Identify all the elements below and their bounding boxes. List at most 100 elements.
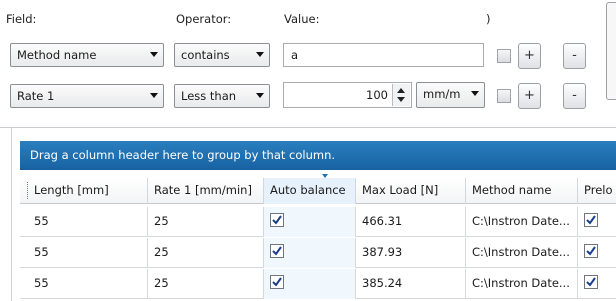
column-header-label: Auto balance (270, 183, 346, 197)
apply-filter-button[interactable] (606, 2, 616, 100)
minus-icon: - (572, 48, 577, 63)
filter-builder: Field: Operator: Value: ) Method name co… (0, 0, 616, 128)
check-icon (272, 277, 282, 287)
field-select-value: Method name (17, 48, 97, 62)
column-header-label: Max Load [N] (362, 183, 439, 197)
field-select-row1[interactable]: Method name (10, 43, 164, 67)
paren-checkbox-row2[interactable] (497, 89, 511, 103)
chevron-down-icon (150, 52, 158, 57)
field-header: Field: (6, 12, 37, 26)
value-input-text: a (291, 48, 299, 62)
cell-length: 55 (20, 207, 148, 237)
column-header-label: Rate 1 [mm/min] (154, 183, 252, 197)
cell-rate: 25 (148, 207, 264, 237)
preload-checkbox[interactable] (584, 213, 598, 227)
column-header-rate[interactable]: Rate 1 [mm/min] (148, 178, 264, 204)
close-paren-header: ) (486, 12, 491, 26)
cell-text: 385.24 (362, 276, 403, 290)
spin-up-icon (397, 88, 405, 93)
remove-condition-button-row1[interactable]: - (563, 43, 586, 69)
cell-text: 466.31 (362, 214, 403, 228)
cell-method-name: C:\Instron Date... (466, 238, 578, 268)
cell-method-name: C:\Instron Date... (466, 269, 578, 299)
group-by-panel[interactable]: Drag a column header here to group by th… (20, 141, 616, 170)
cell-length: 55 (20, 238, 148, 268)
cell-preload (578, 238, 616, 268)
value-number-text: 100 (366, 88, 388, 102)
preload-checkbox[interactable] (584, 244, 598, 258)
table-row[interactable]: 55 25 387.93 C:\Instron Date... (20, 238, 616, 268)
column-header-row: Length [mm] Rate 1 [mm/min] Auto balance… (20, 178, 616, 204)
unit-select-value: mm/m (423, 87, 461, 101)
grid-left-divider (11, 128, 12, 301)
cell-text: 25 (154, 214, 169, 228)
preload-checkbox[interactable] (584, 275, 598, 289)
auto-balance-checkbox[interactable] (270, 244, 284, 258)
cell-text: 55 (34, 276, 49, 290)
spin-down-icon (397, 97, 405, 102)
cell-auto-balance (264, 238, 356, 268)
operator-select-value: Less than (181, 89, 237, 103)
cell-auto-balance (264, 269, 356, 299)
column-header-label: Method name (472, 183, 552, 197)
cell-length: 55 (20, 269, 148, 299)
check-icon (586, 277, 596, 287)
cell-rate: 25 (148, 238, 264, 268)
column-header-method-name[interactable]: Method name (466, 178, 578, 204)
paren-checkbox-row1[interactable] (497, 49, 511, 63)
cell-text: 25 (154, 276, 169, 290)
cell-rate: 25 (148, 269, 264, 299)
cell-method-name: C:\Instron Date... (466, 207, 578, 237)
minus-icon: - (572, 88, 577, 103)
add-condition-button-row1[interactable]: + (518, 43, 541, 69)
field-select-value: Rate 1 (17, 89, 55, 103)
auto-balance-checkbox[interactable] (270, 275, 284, 289)
chevron-down-icon (256, 52, 264, 57)
unit-select-row2[interactable]: mm/m (416, 82, 485, 108)
remove-condition-button-row2[interactable]: - (563, 83, 586, 109)
spinner-arrows-icon[interactable] (392, 84, 410, 106)
column-header-label: Length [mm] (34, 183, 109, 197)
operator-select-value: contains (181, 48, 230, 62)
chevron-down-icon (256, 93, 264, 98)
cell-text: 25 (154, 245, 169, 259)
chevron-down-icon (471, 91, 479, 96)
plus-icon: + (524, 48, 535, 63)
check-icon (272, 246, 282, 256)
operator-select-row2[interactable]: Less than (174, 84, 270, 108)
cell-preload (578, 269, 616, 299)
add-condition-button-row2[interactable]: + (518, 83, 541, 109)
cell-text: C:\Instron Date... (472, 245, 570, 259)
value-number-input-row2[interactable]: 100 (283, 82, 412, 108)
plus-icon: + (524, 88, 535, 103)
group-by-hint: Drag a column header here to group by th… (30, 148, 336, 162)
column-header-label: Prelo (584, 183, 613, 197)
operator-select-row1[interactable]: contains (174, 43, 270, 67)
check-icon (586, 246, 596, 256)
filter-grid-panel: Field: Operator: Value: ) Method name co… (0, 0, 616, 301)
cell-text: 55 (34, 245, 49, 259)
column-header-length[interactable]: Length [mm] (20, 178, 148, 204)
column-header-preload[interactable]: Prelo (578, 178, 616, 204)
table-row[interactable]: 55 25 466.31 C:\Instron Date... (20, 207, 616, 237)
check-icon (272, 215, 282, 225)
value-header: Value: (284, 12, 320, 26)
check-icon (586, 215, 596, 225)
table-row[interactable]: 55 25 385.24 C:\Instron Date... (20, 269, 616, 299)
cell-text: C:\Instron Date... (472, 276, 570, 290)
cell-text: 387.93 (362, 245, 403, 259)
cell-text: 55 (34, 214, 49, 228)
field-select-row2[interactable]: Rate 1 (10, 84, 164, 108)
cell-max-load: 466.31 (356, 207, 466, 237)
column-header-auto-balance[interactable]: Auto balance (264, 178, 356, 204)
cell-text: C:\Instron Date... (472, 214, 570, 228)
chevron-down-icon (150, 93, 158, 98)
cell-auto-balance (264, 207, 356, 237)
value-input-row1[interactable]: a (283, 43, 484, 67)
cell-max-load: 385.24 (356, 269, 466, 299)
operator-header: Operator: (176, 12, 232, 26)
cell-max-load: 387.93 (356, 238, 466, 268)
auto-balance-checkbox[interactable] (270, 213, 284, 227)
cell-preload (578, 207, 616, 237)
column-header-max-load[interactable]: Max Load [N] (356, 178, 466, 204)
